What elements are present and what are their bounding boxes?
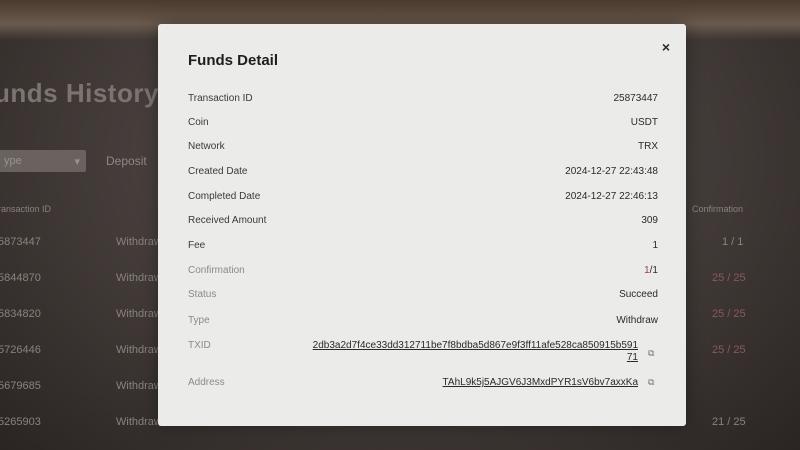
field-value: Withdraw xyxy=(616,315,658,326)
row-confirmation: 25 / 25 xyxy=(712,308,746,320)
field-label: Network xyxy=(188,141,225,152)
page-title: unds History xyxy=(0,78,159,108)
field-type: Type Withdraw xyxy=(188,315,658,333)
confirmation-total: /1 xyxy=(649,265,658,276)
chevron-down-icon: ▾ xyxy=(74,155,80,168)
row-id: 5679685 xyxy=(0,380,41,392)
row-confirmation: 1 / 1 xyxy=(722,236,744,248)
field-created-date: Created Date 2024-12-27 22:43:48 xyxy=(188,166,658,184)
field-confirmation: Confirmation 1/1 xyxy=(188,265,658,283)
modal-title: Funds Detail xyxy=(188,52,279,69)
row-id: 5834820 xyxy=(0,308,41,320)
field-value: 309 xyxy=(641,215,658,226)
field-label: Status xyxy=(188,289,217,300)
field-value: 25873447 xyxy=(613,93,659,104)
field-status: Status Succeed xyxy=(188,289,658,307)
row-id: 5265903 xyxy=(0,416,41,428)
field-network: Network TRX xyxy=(188,141,658,159)
field-label: Completed Date xyxy=(188,191,261,202)
row-id: 5726446 xyxy=(0,344,41,356)
field-label: TXID xyxy=(188,340,211,351)
column-header-confirmation: Confirmation xyxy=(692,204,744,214)
copy-icon[interactable]: ⧉ xyxy=(648,348,658,358)
row-id: 5873447 xyxy=(0,236,41,248)
field-fee: Fee 1 xyxy=(188,240,658,258)
row-id: 5844870 xyxy=(0,272,41,284)
field-value: 2024-12-27 22:43:48 xyxy=(565,166,658,177)
type-select-label: ype xyxy=(4,155,22,167)
field-label: Address xyxy=(188,377,225,388)
field-txid: TXID 2db3a2d7f4ce33dd312711be7f8bdba5d86… xyxy=(188,340,658,372)
close-icon[interactable]: × xyxy=(658,39,674,55)
funds-detail-modal: Funds Detail × Transaction ID 25873447 C… xyxy=(158,24,686,426)
copy-icon[interactable]: ⧉ xyxy=(648,377,658,387)
field-label: Fee xyxy=(188,240,206,251)
txid-link[interactable]: 2db3a2d7f4ce33dd312711be7f8bdba5d867e9f3… xyxy=(308,340,638,364)
field-value: TRX xyxy=(638,141,658,152)
row-type: Withdraw xyxy=(116,380,162,392)
field-label: Confirmation xyxy=(188,265,245,276)
field-value: Succeed xyxy=(619,289,658,300)
field-received-amount: Received Amount 309 xyxy=(188,215,658,233)
field-value: 1/1 xyxy=(644,265,658,276)
field-label: Received Amount xyxy=(188,215,267,226)
tab-deposit[interactable]: Deposit xyxy=(106,154,147,168)
field-coin: Coin USDT xyxy=(188,117,658,135)
row-confirmation: 21 / 25 xyxy=(712,416,746,428)
row-confirmation: 25 / 25 xyxy=(712,344,746,356)
type-select[interactable]: ype ▾ xyxy=(0,150,86,172)
field-value: 2024-12-27 22:46:13 xyxy=(565,191,658,202)
field-address: Address TAhL9k5j5AJGV6J3MxdPYR1sV6bv7axx… xyxy=(188,377,658,395)
row-type: Withdraw xyxy=(116,236,162,248)
row-type: Withdraw xyxy=(116,344,162,356)
field-completed-date: Completed Date 2024-12-27 22:46:13 xyxy=(188,191,658,209)
field-label: Created Date xyxy=(188,166,248,177)
row-type: Withdraw xyxy=(116,416,162,428)
field-label: Type xyxy=(188,315,210,326)
row-type: Withdraw xyxy=(116,272,162,284)
row-type: Withdraw xyxy=(116,308,162,320)
row-confirmation: 25 / 25 xyxy=(712,272,746,284)
column-header-transaction-id: ransaction ID xyxy=(0,204,52,214)
field-value: USDT xyxy=(630,117,658,128)
field-label: Coin xyxy=(188,117,209,128)
field-transaction-id: Transaction ID 25873447 xyxy=(188,93,658,111)
address-link[interactable]: TAhL9k5j5AJGV6J3MxdPYR1sV6bv7axxKa xyxy=(443,377,638,388)
field-value: 1 xyxy=(652,240,658,251)
field-label: Transaction ID xyxy=(188,93,253,104)
